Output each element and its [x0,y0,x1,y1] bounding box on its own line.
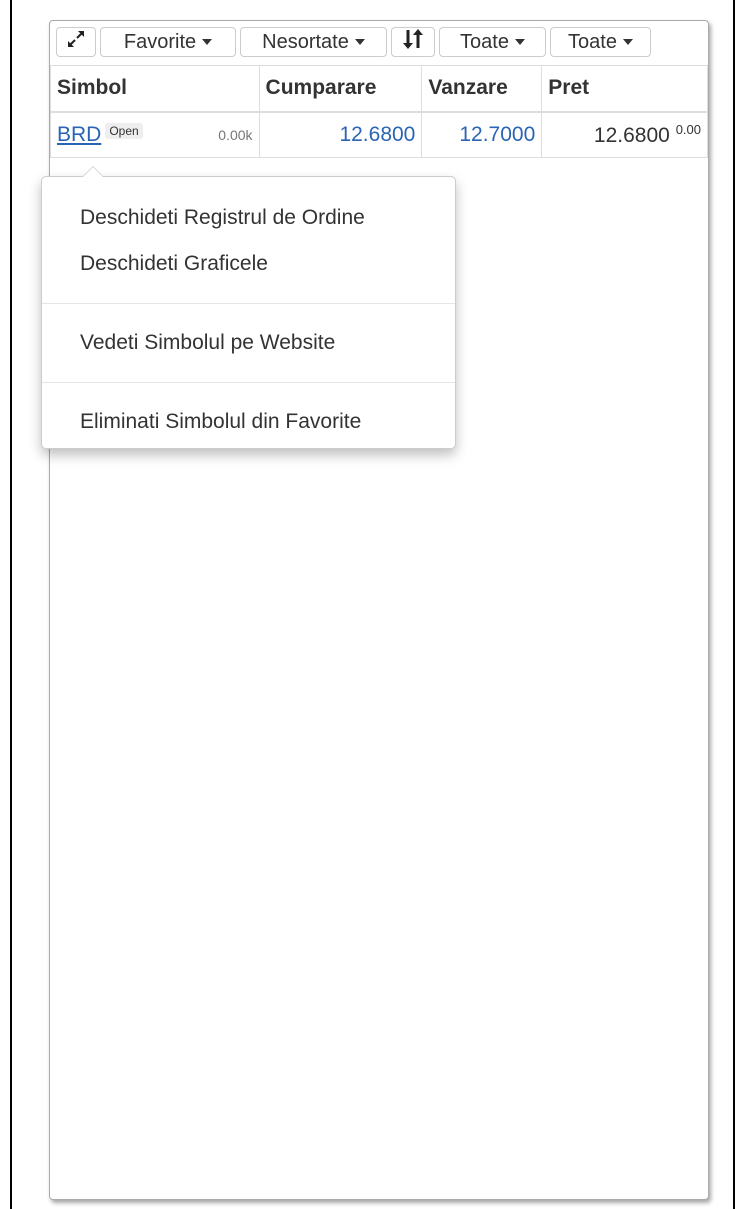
ask-cell[interactable]: 12.7000 [421,111,543,158]
bid-cell[interactable]: 12.6800 [258,111,423,158]
caret-down-icon [202,39,213,45]
toolbar: Favorite Nesortate Toate Toate [56,27,651,57]
quotes-table: Simbol Cumparare Vanzare Pret BRD Open 0.… [50,65,708,158]
sort-order-icon [402,27,424,57]
expand-button[interactable] [56,27,96,57]
sort-label: Nesortate [262,30,349,53]
symbol-context-menu: Deschideti Registrul de Ordine Deschidet… [41,166,456,449]
status-badge: Open [105,122,143,139]
sort-dropdown[interactable]: Nesortate [240,27,387,57]
filter-label-1: Toate [460,30,509,53]
price-cell: 12.6800 0.00 [541,111,708,158]
caret-down-icon [622,39,633,45]
column-header-bid[interactable]: Cumparare [258,65,423,113]
menu-item-open-charts[interactable]: Deschideti Graficele [42,241,455,287]
filter-dropdown-2[interactable]: Toate [550,27,651,57]
menu-item-view-on-website[interactable]: Vedeti Simbolul pe Website [42,320,455,366]
filter-label-2: Toate [568,30,617,53]
sort-order-button[interactable] [391,27,435,57]
symbol-link[interactable]: BRD [57,123,101,146]
menu-divider [42,303,455,304]
volume-value: 0.00k [218,126,253,143]
price-change: 0.00 [675,121,701,137]
table-header-row: Simbol Cumparare Vanzare Pret [50,65,708,113]
symbol-cell: BRD Open 0.00k [50,111,260,158]
caret-down-icon [354,39,365,45]
price-value: 12.6800 [593,123,670,147]
table-row[interactable]: BRD Open 0.00k 12.6800 12.7000 12.6800 0.… [50,111,708,158]
favorites-dropdown[interactable]: Favorite [100,27,236,57]
filter-dropdown-1[interactable]: Toate [439,27,546,57]
column-header-price[interactable]: Pret [541,65,708,113]
expand-icon [65,28,87,56]
favorites-label: Favorite [123,30,197,53]
caret-down-icon [514,39,525,45]
menu-item-remove-favorite[interactable]: Eliminati Simbolul din Favorite [42,399,455,445]
column-header-symbol[interactable]: Simbol [50,65,260,113]
menu-divider [42,382,455,383]
menu-item-open-order-book[interactable]: Deschideti Registrul de Ordine [42,195,455,241]
column-header-ask[interactable]: Vanzare [421,65,543,113]
